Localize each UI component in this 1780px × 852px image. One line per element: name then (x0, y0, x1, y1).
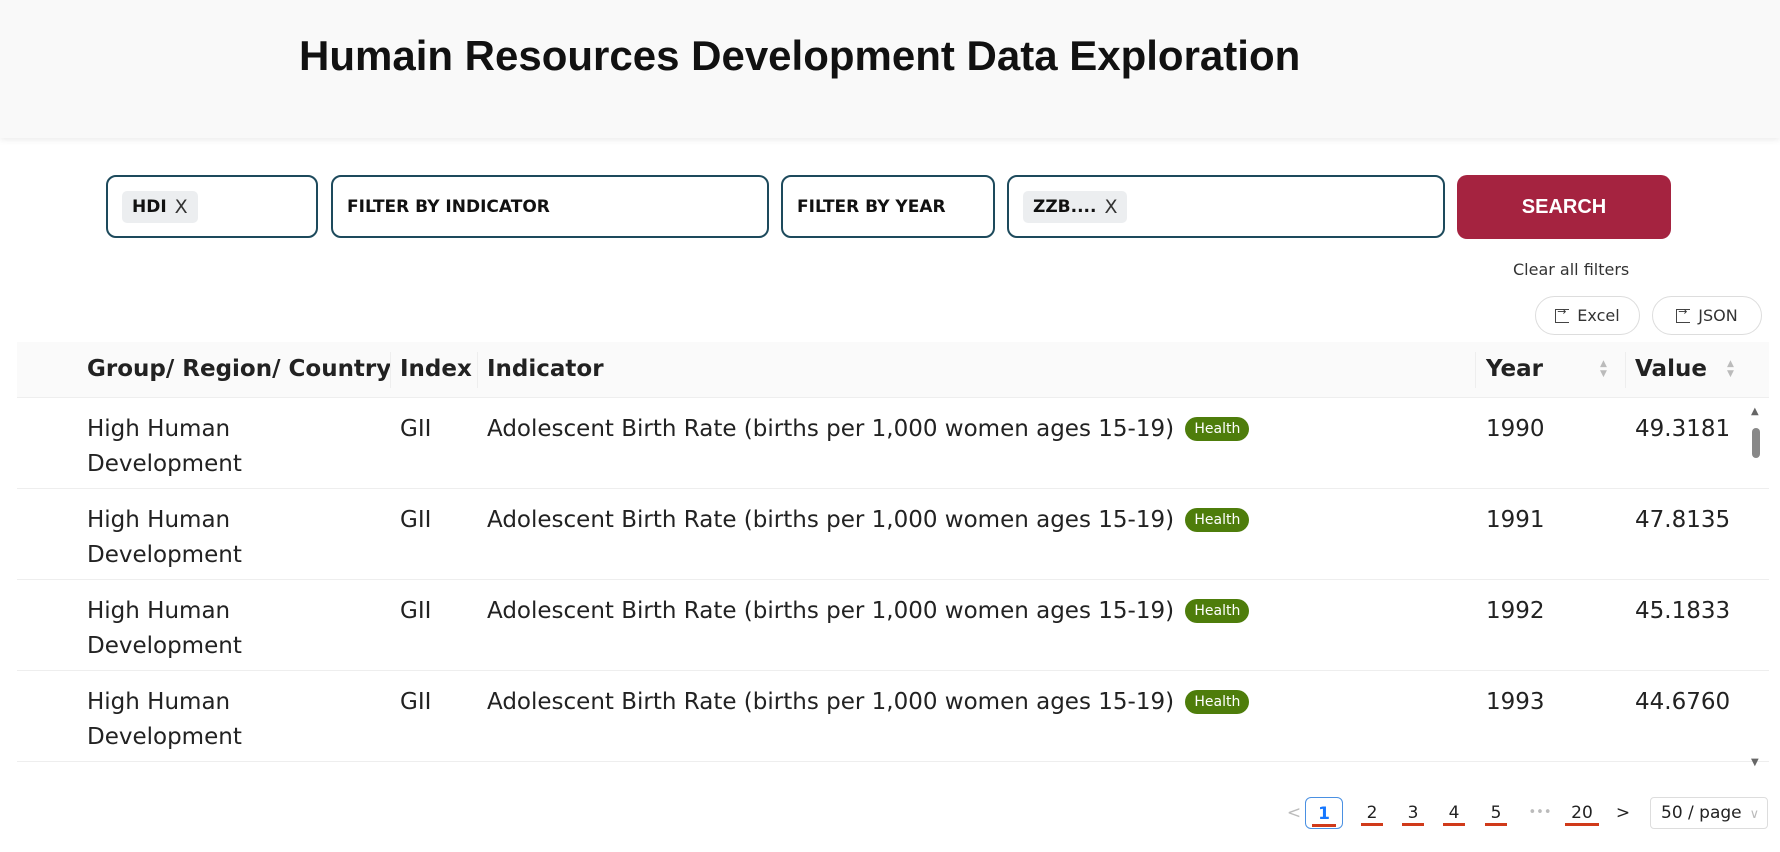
country-tag: ZZB.... X (1023, 190, 1128, 223)
indicator-text: Adolescent Birth Rate (births per 1,000 … (487, 507, 1175, 533)
data-table: Group/ Region/ Country Index Indicator Y… (17, 342, 1769, 762)
category-badge: Health (1185, 599, 1250, 623)
page-label: 20 (1565, 803, 1599, 826)
indicator-cell: Adolescent Birth Rate (births per 1,000 … (487, 412, 1250, 447)
country-tag-label: ZZB.... (1033, 196, 1097, 217)
index-cell: GII (400, 416, 432, 442)
page-size-select[interactable]: 50 / page ∨ (1650, 797, 1768, 829)
value-cell: 45.1833 (1635, 598, 1731, 624)
year-filter[interactable]: FILTER BY YEAR (781, 175, 995, 238)
index-cell: GII (400, 689, 432, 715)
more-pages-ellipsis[interactable]: ••• (1522, 797, 1558, 829)
page-5-button[interactable]: 5 (1476, 797, 1516, 829)
sort-icon[interactable]: ▲ ▼ (1727, 359, 1734, 379)
page-label: 2 (1360, 803, 1384, 826)
index-tag: HDI X (122, 190, 198, 223)
indicator-text: Adolescent Birth Rate (births per 1,000 … (487, 689, 1175, 715)
close-icon[interactable]: X (175, 196, 188, 218)
column-header-value[interactable]: Value (1635, 356, 1707, 382)
index-filter[interactable]: HDI X (106, 175, 318, 238)
column-header-group: Group/ Region/ Country (87, 356, 392, 382)
scroll-down-icon[interactable]: ▼ (1751, 757, 1759, 768)
year-cell: 1990 (1486, 416, 1545, 442)
value-cell: 44.6760 (1635, 689, 1731, 715)
column-divider (390, 352, 391, 388)
category-badge: Health (1185, 690, 1250, 714)
page-header: Humain Resources Development Data Explor… (0, 0, 1780, 138)
table-row: High Human Development GII Adolescent Bi… (17, 398, 1769, 489)
table-row: High Human Development GII Adolescent Bi… (17, 489, 1769, 580)
page-size-label: 50 / page (1661, 803, 1742, 823)
column-divider (1625, 352, 1626, 388)
export-excel-button[interactable]: Excel (1535, 296, 1640, 335)
index-cell: GII (400, 598, 432, 624)
sort-icon[interactable]: ▲ ▼ (1600, 359, 1607, 379)
column-divider (1475, 352, 1476, 388)
search-button[interactable]: SEARCH (1457, 175, 1671, 239)
prev-page-button[interactable]: < (1286, 797, 1302, 829)
page-2-button[interactable]: 2 (1352, 797, 1392, 829)
close-icon[interactable]: X (1104, 196, 1117, 218)
page-20-button[interactable]: 20 (1562, 797, 1602, 829)
indicator-cell: Adolescent Birth Rate (births per 1,000 … (487, 503, 1250, 538)
scrollbar-thumb[interactable] (1752, 428, 1760, 458)
table-row: High Human Development GII Adolescent Bi… (17, 671, 1769, 762)
index-tag-label: HDI (132, 196, 167, 217)
category-badge: Health (1185, 508, 1250, 532)
export-json-button[interactable]: JSON (1652, 296, 1762, 335)
excel-label: Excel (1577, 306, 1620, 325)
export-icon (1676, 305, 1691, 323)
year-cell: 1992 (1486, 598, 1545, 624)
table-header: Group/ Region/ Country Index Indicator Y… (17, 342, 1769, 398)
next-page-button[interactable]: > (1614, 797, 1632, 829)
column-header-year[interactable]: Year (1486, 356, 1543, 382)
group-cell: High Human Development (87, 507, 242, 568)
page-label: 1 (1312, 804, 1336, 827)
year-cell: 1993 (1486, 689, 1545, 715)
indicator-filter[interactable]: FILTER BY INDICATOR (331, 175, 769, 238)
indicator-text: Adolescent Birth Rate (births per 1,000 … (487, 598, 1175, 624)
page-label: 5 (1484, 803, 1508, 826)
value-cell: 49.3181 (1635, 416, 1731, 442)
index-cell: GII (400, 507, 432, 533)
page-title: Humain Resources Development Data Explor… (299, 32, 1301, 79)
page-3-button[interactable]: 3 (1393, 797, 1433, 829)
column-divider (477, 352, 478, 388)
pagination: < 1 2 3 4 5 ••• 20 > (0, 797, 1780, 829)
clear-filters-link[interactable]: Clear all filters (1513, 260, 1629, 279)
group-cell: High Human Development (87, 689, 242, 750)
page-label: 4 (1442, 803, 1466, 826)
indicator-cell: Adolescent Birth Rate (births per 1,000 … (487, 594, 1250, 629)
indicator-cell: Adolescent Birth Rate (births per 1,000 … (487, 685, 1250, 720)
year-cell: 1991 (1486, 507, 1545, 533)
page-label: 3 (1401, 803, 1425, 826)
scroll-up-icon[interactable]: ▲ (1751, 406, 1759, 417)
chevron-down-icon: ∨ (1749, 807, 1760, 822)
json-label: JSON (1698, 306, 1738, 325)
column-header-indicator: Indicator (487, 356, 604, 382)
table-row: High Human Development GII Adolescent Bi… (17, 580, 1769, 671)
indicator-text: Adolescent Birth Rate (births per 1,000 … (487, 416, 1175, 442)
table-scrollbar[interactable]: ▲ ▼ (1749, 406, 1763, 768)
page-4-button[interactable]: 4 (1434, 797, 1474, 829)
group-cell: High Human Development (87, 598, 242, 659)
value-cell: 47.8135 (1635, 507, 1731, 533)
column-header-index: Index (400, 356, 472, 382)
category-badge: Health (1185, 417, 1250, 441)
export-icon (1555, 305, 1570, 323)
country-filter[interactable]: ZZB.... X (1007, 175, 1445, 238)
group-cell: High Human Development (87, 416, 242, 477)
page-1-button[interactable]: 1 (1305, 797, 1343, 829)
